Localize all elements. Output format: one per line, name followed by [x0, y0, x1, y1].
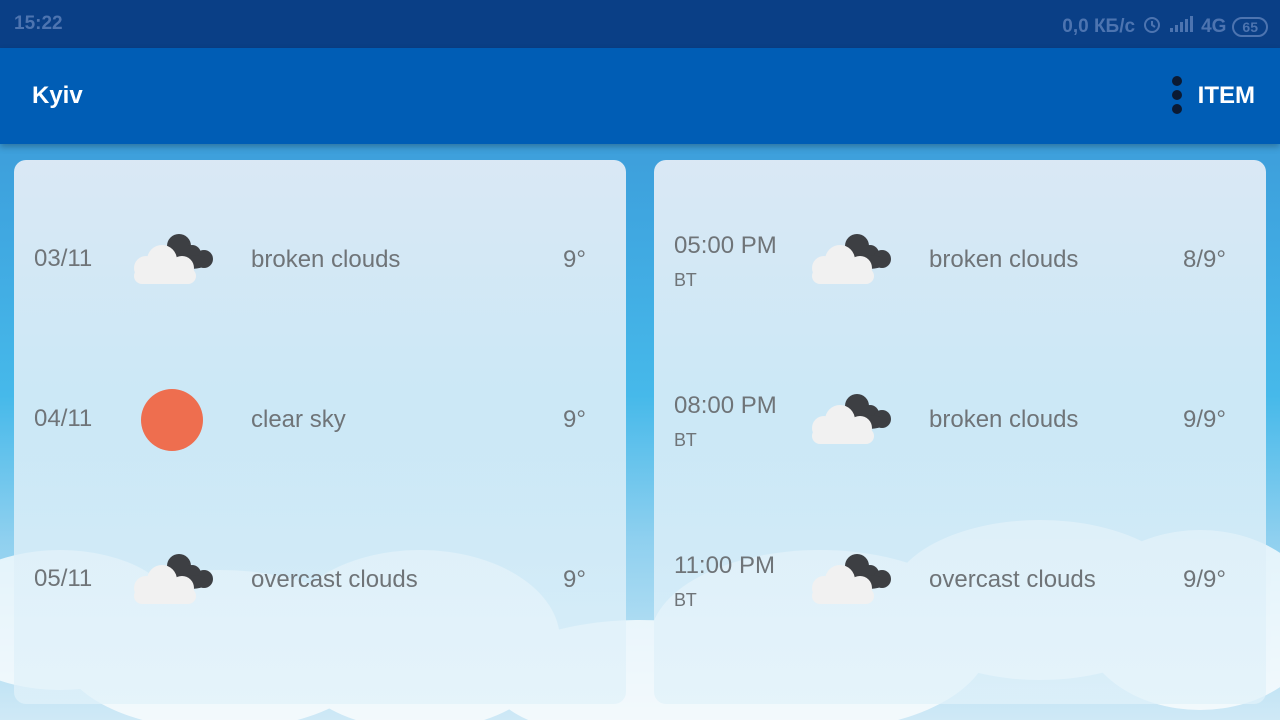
overcast-clouds-icon	[812, 554, 891, 604]
status-time: 15:22	[14, 13, 63, 34]
forecast-temp: 8/9°	[1183, 246, 1226, 273]
forecast-description: broken clouds	[929, 246, 1079, 273]
page-title: Kyiv	[32, 82, 83, 109]
hourly-forecast-card: 05:00 PM ВТ broken clouds 8/9° 08:00 PM …	[654, 160, 1266, 704]
forecast-description: overcast clouds	[929, 566, 1096, 593]
forecast-time: 05:00 PM	[674, 232, 777, 259]
list-item[interactable]: 04/11 clear sky 9°	[14, 330, 626, 490]
forecast-temp: 9°	[563, 566, 586, 593]
forecast-time: 08:00 PM	[674, 392, 777, 419]
battery-icon: 65	[1232, 17, 1268, 37]
app-bar: Kyiv ITEM	[0, 48, 1280, 144]
overcast-clouds-icon	[134, 554, 213, 604]
forecast-date: 05/11	[34, 565, 93, 592]
forecast-date: 03/11	[34, 245, 93, 272]
forecast-temp: 9°	[563, 246, 586, 273]
alarm-icon	[1141, 13, 1163, 41]
list-item[interactable]: 05/11 overcast clouds 9°	[14, 490, 626, 650]
list-item[interactable]: 11:00 PM ВТ overcast clouds 9/9°	[654, 490, 1266, 650]
clear-sky-icon	[141, 389, 203, 451]
forecast-temp: 9/9°	[1183, 566, 1226, 593]
signal-icon	[1169, 15, 1195, 39]
status-bar: 15:22 0,0 КБ/с 4G 65	[0, 0, 1280, 48]
forecast-temp: 9/9°	[1183, 406, 1226, 433]
forecast-time: 11:00 PM	[674, 552, 775, 579]
status-indicators: 0,0 КБ/с 4G 65	[1062, 13, 1268, 41]
list-item[interactable]: 05:00 PM ВТ broken clouds 8/9°	[654, 170, 1266, 330]
net-speed: 0,0 КБ/с	[1062, 16, 1136, 37]
forecast-date: 04/11	[34, 405, 93, 432]
list-item[interactable]: 08:00 PM ВТ broken clouds 9/9°	[654, 330, 1266, 490]
item-menu-button[interactable]: ITEM	[1198, 82, 1255, 110]
forecast-temp: 9°	[563, 406, 586, 433]
network-type: 4G	[1201, 16, 1227, 37]
forecast-day: ВТ	[674, 590, 698, 610]
daily-forecast-card: 03/11 broken clouds 9° 04/11 clear sky 9…	[14, 160, 626, 704]
forecast-description: clear sky	[251, 406, 346, 433]
broken-clouds-icon	[812, 234, 891, 284]
forecast-day: ВТ	[674, 430, 698, 450]
list-item[interactable]: 03/11 broken clouds 9°	[14, 170, 626, 330]
forecast-day: ВТ	[674, 270, 698, 290]
broken-clouds-icon	[812, 394, 891, 444]
forecast-description: broken clouds	[929, 406, 1079, 433]
forecast-description: overcast clouds	[251, 566, 418, 593]
more-vert-icon[interactable]	[1170, 76, 1184, 116]
broken-clouds-icon	[134, 234, 213, 284]
forecast-description: broken clouds	[251, 246, 401, 273]
